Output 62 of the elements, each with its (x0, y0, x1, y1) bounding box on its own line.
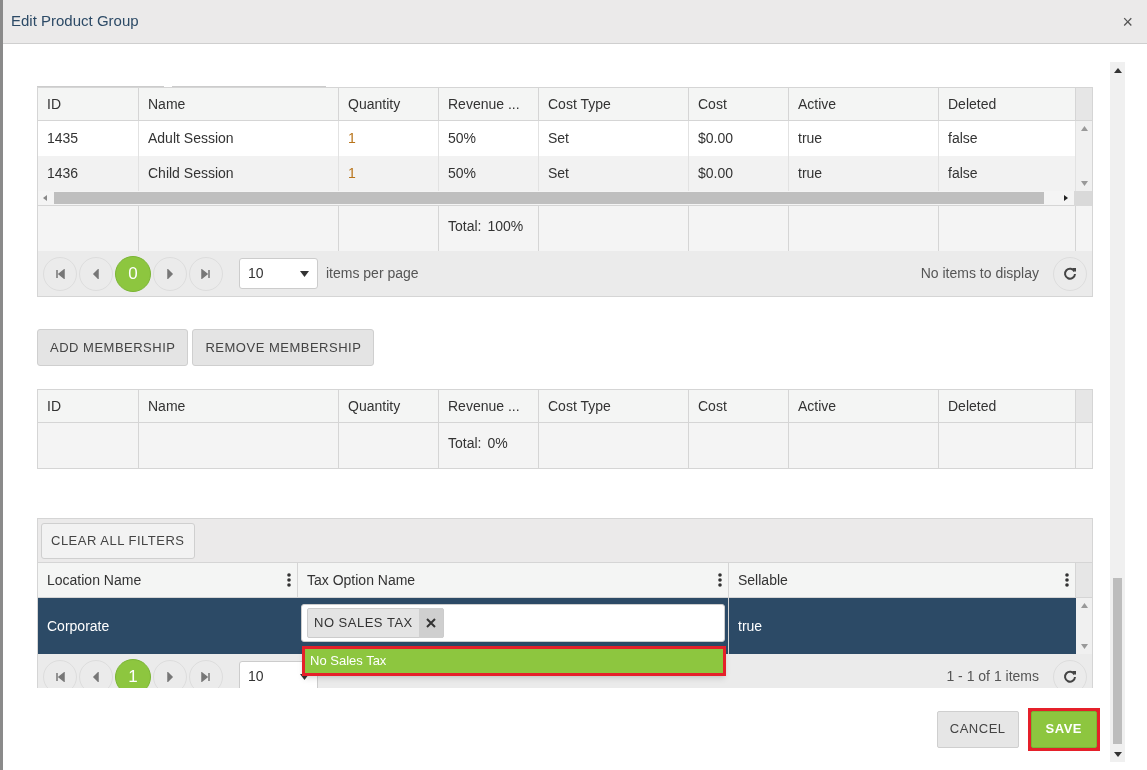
caret-icon (300, 270, 309, 277)
table-row[interactable]: Corporate NO SALES TAX true (38, 598, 1092, 654)
total-label: Total: (448, 217, 482, 236)
scrollbar-corner (1076, 88, 1092, 120)
total-label: Total: (448, 434, 482, 453)
caret-icon (300, 673, 309, 680)
scroll-right-icon[interactable] (1062, 194, 1070, 202)
selected-tag[interactable]: NO SALES TAX (307, 608, 444, 638)
scrollbar-corner (1076, 390, 1092, 422)
cancel-button[interactable]: CANCEL (936, 710, 1019, 748)
table-cell-text: true (737, 616, 764, 636)
next-page-icon (165, 268, 175, 279)
scroll-down-icon[interactable] (1113, 752, 1122, 758)
next-page-icon (165, 671, 175, 682)
close-button[interactable]: × (1122, 12, 1133, 31)
column-header[interactable]: Revenue ... (439, 88, 539, 120)
column-header[interactable]: Location Name (47, 569, 142, 591)
column-menu-icon[interactable] (287, 573, 291, 587)
previous-page-icon (91, 671, 101, 682)
column-header[interactable]: Active (789, 88, 939, 120)
column-header[interactable]: Quantity (339, 88, 439, 120)
column-menu-icon[interactable] (1065, 573, 1069, 587)
refresh-icon (1063, 266, 1077, 281)
last-page-icon (201, 671, 211, 682)
column-header[interactable]: Quantity (339, 390, 439, 422)
tax-option-field[interactable]: NO SALES TAX (301, 604, 725, 642)
vertical-scrollbar[interactable] (1110, 62, 1125, 762)
column-header[interactable]: Cost Type (539, 390, 689, 422)
column-header[interactable]: ID (38, 390, 139, 422)
table-cell-text: Corporate (46, 616, 111, 636)
dialog-title: Edit Product Group (11, 11, 139, 32)
pager-info: 1 - 1 of 1 items (946, 667, 1039, 686)
column-header[interactable]: Cost (689, 88, 789, 120)
scroll-up-icon[interactable] (1113, 68, 1122, 74)
total-value: 0% (487, 434, 508, 453)
horizontal-scrollbar[interactable] (38, 191, 1092, 206)
remove-icon[interactable] (418, 608, 443, 638)
column-header[interactable]: Active (789, 390, 939, 422)
last-page-button[interactable] (189, 256, 223, 291)
column-header[interactable]: ID (38, 88, 139, 120)
column-header[interactable]: Sellable (738, 569, 788, 591)
column-header[interactable]: Name (139, 390, 339, 422)
column-header[interactable]: Name (139, 88, 339, 120)
last-page-icon (201, 268, 211, 279)
scroll-thumb[interactable] (1113, 578, 1122, 744)
clear-filters-button[interactable]: CLEAR ALL FILTERS (41, 522, 195, 559)
membership-button[interactable]: ADD MEMBERSHIP (37, 329, 189, 366)
refresh-icon (1063, 669, 1077, 684)
column-header[interactable]: Cost (689, 390, 789, 422)
page-size-dropdown[interactable]: 10 (239, 258, 318, 289)
first-page-icon (55, 268, 65, 279)
column-menu-icon[interactable] (718, 573, 722, 587)
first-page-icon (55, 671, 65, 682)
pager-info: No items to display (920, 264, 1039, 283)
scroll-thumb[interactable] (54, 192, 1044, 204)
total-value: 100% (487, 217, 524, 236)
membership-button[interactable]: REMOVE MEMBERSHIP (192, 329, 375, 366)
column-header[interactable]: Cost Type (539, 88, 689, 120)
column-header[interactable]: Tax Option Name (307, 569, 416, 591)
previous-page-icon (91, 268, 101, 279)
page-size-label: items per page (326, 264, 419, 283)
column-header[interactable]: Revenue ... (439, 390, 539, 422)
